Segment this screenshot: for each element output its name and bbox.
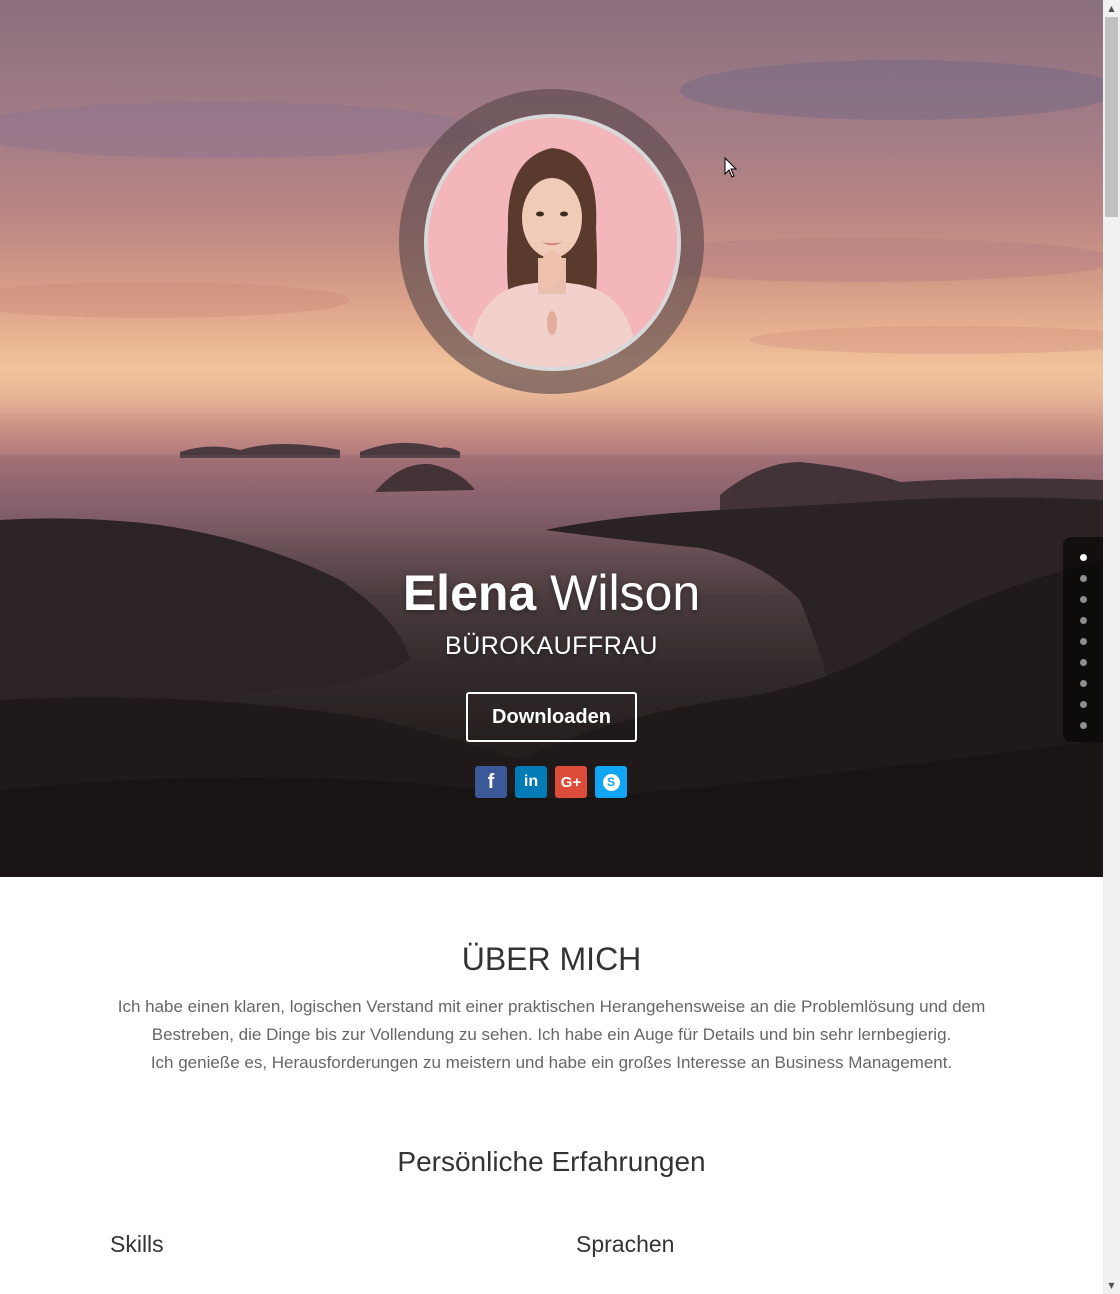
- social-links: f in G+ S: [475, 766, 627, 798]
- about-title: ÜBER MICH: [461, 941, 642, 977]
- nav-dot-8[interactable]: [1080, 701, 1087, 708]
- section-dot-navigation: [1063, 537, 1103, 742]
- nav-dot-4[interactable]: [1080, 617, 1087, 624]
- skills-heading: Skills: [110, 1231, 164, 1257]
- about-paragraph-2: Ich genieße es, Herausforderungen zu mei…: [150, 1053, 953, 1072]
- hero-name: Elena Wilson: [0, 563, 1103, 623]
- linkedin-icon[interactable]: in: [515, 766, 547, 798]
- experience-title: Persönliche Erfahrungen: [397, 1146, 706, 1177]
- hero-section: Elena Wilson BÜROKAUFFRAU Downloaden f i…: [0, 0, 1103, 877]
- scroll-thumb[interactable]: [1105, 17, 1118, 217]
- nav-dot-6[interactable]: [1080, 659, 1087, 666]
- last-name: Wilson: [550, 565, 701, 621]
- nav-dot-1[interactable]: [1080, 554, 1087, 561]
- nav-dot-5[interactable]: [1080, 638, 1087, 645]
- avatar: [424, 114, 681, 371]
- skype-glyph: S: [602, 773, 620, 791]
- first-name: Elena: [402, 565, 537, 621]
- vertical-scrollbar[interactable]: ▲ ▼: [1103, 0, 1120, 1294]
- scroll-up-icon[interactable]: ▲: [1103, 0, 1120, 17]
- profile-photo: [428, 118, 677, 367]
- skype-icon[interactable]: S: [595, 766, 627, 798]
- google-plus-icon[interactable]: G+: [555, 766, 587, 798]
- scroll-down-icon[interactable]: ▼: [1103, 1277, 1120, 1294]
- nav-dot-2[interactable]: [1080, 575, 1087, 582]
- languages-heading: Sprachen: [576, 1231, 675, 1257]
- job-title: BÜROKAUFFRAU: [445, 632, 658, 660]
- nav-dot-3[interactable]: [1080, 596, 1087, 603]
- nav-dot-9[interactable]: [1080, 722, 1087, 729]
- about-paragraph-1: Ich habe einen klaren, logischen Verstan…: [117, 997, 986, 1044]
- mouse-cursor-icon: [724, 157, 738, 178]
- about-text: Ich habe einen klaren, logischen Verstan…: [110, 993, 993, 1077]
- facebook-icon[interactable]: f: [475, 766, 507, 798]
- nav-dot-7[interactable]: [1080, 680, 1087, 687]
- download-button[interactable]: Downloaden: [466, 692, 637, 742]
